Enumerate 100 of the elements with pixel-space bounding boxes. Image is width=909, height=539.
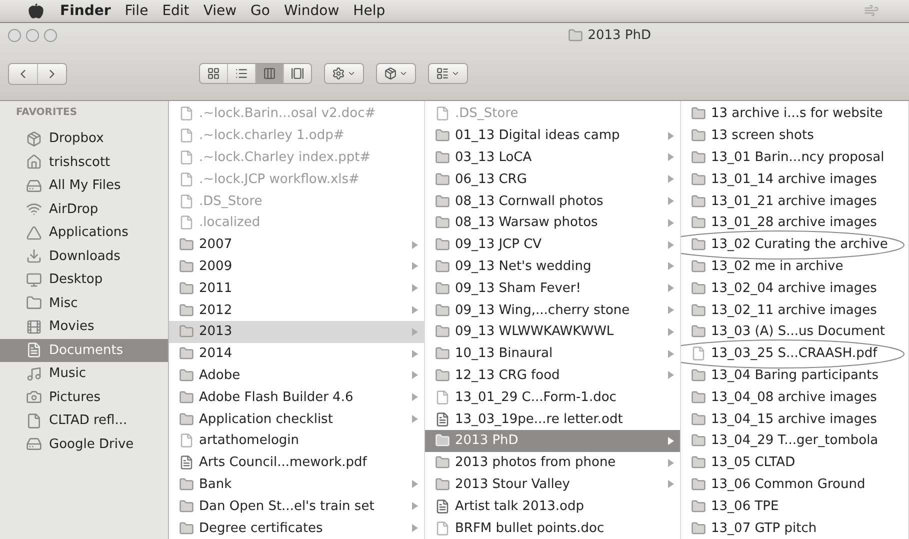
menu-item[interactable]: Go: [250, 3, 270, 19]
file-row[interactable]: 01_13 Digital ideas camp: [425, 124, 680, 147]
file-row[interactable]: Bank: [169, 474, 424, 496]
file-row[interactable]: artathomelogin: [169, 430, 424, 452]
disclosure-arrow-icon[interactable]: [668, 458, 674, 467]
sidebar-item[interactable]: Dropbox: [0, 127, 168, 150]
sidebar-item[interactable]: trishscott: [0, 150, 168, 174]
file-row[interactable]: 2007: [169, 234, 424, 256]
sidebar-item[interactable]: CLTAD refl...: [0, 409, 168, 432]
disclosure-arrow-icon[interactable]: [412, 524, 418, 532]
file-row[interactable]: 13_04 Baring participants: [681, 364, 908, 386]
file-row[interactable]: 13_02 me in archive: [681, 256, 908, 278]
disclosure-arrow-icon[interactable]: [412, 415, 418, 424]
file-row[interactable]: 08_13 Cornwall photos: [425, 190, 680, 212]
disclosure-arrow-icon[interactable]: [412, 480, 418, 488]
disclosure-arrow-icon[interactable]: [668, 262, 674, 270]
sidebar-item[interactable]: AirDrop: [0, 198, 168, 221]
disclosure-arrow-icon[interactable]: [412, 350, 418, 358]
menu-item[interactable]: View: [203, 3, 237, 19]
disclosure-arrow-icon[interactable]: [412, 328, 418, 336]
file-row[interactable]: 03_13 LoCA: [425, 146, 680, 168]
file-row[interactable]: 09_13 Sham Fever!: [425, 277, 680, 300]
file-row[interactable]: 08_13 Warsaw photos: [425, 212, 680, 234]
file-row[interactable]: Adobe Flash Builder 4.6: [169, 386, 424, 408]
close-button[interactable]: [8, 28, 21, 42]
file-row[interactable]: Adobe: [169, 364, 424, 386]
disclosure-arrow-icon[interactable]: [668, 132, 674, 140]
disclosure-arrow-icon[interactable]: [668, 371, 674, 380]
disclosure-arrow-icon[interactable]: [412, 262, 418, 270]
disclosure-arrow-icon[interactable]: [412, 306, 418, 314]
disclosure-arrow-icon[interactable]: [668, 218, 674, 227]
file-row[interactable]: 13_01_29 C...Form-1.doc: [425, 386, 680, 408]
disclosure-arrow-icon[interactable]: [668, 197, 674, 206]
file-row[interactable]: 09_13 WLWWKAWKWWL: [425, 320, 680, 343]
file-row[interactable]: 12_13 CRG food: [425, 364, 680, 386]
disclosure-arrow-icon[interactable]: [412, 284, 418, 292]
file-row[interactable]: 13_06 Common Ground: [681, 474, 908, 496]
file-row[interactable]: 2013: [169, 320, 424, 343]
sidebar-item[interactable]: Desktop: [0, 268, 168, 292]
file-row[interactable]: 2011: [169, 277, 424, 300]
file-row[interactable]: 2013 photos from phone: [425, 452, 680, 474]
file-row[interactable]: 09_13 Net's wedding: [425, 256, 680, 278]
menu-item[interactable]: Edit: [162, 3, 190, 19]
menu-item[interactable]: Help: [353, 3, 386, 19]
wind-icon[interactable]: [864, 3, 879, 18]
disclosure-arrow-icon[interactable]: [668, 284, 674, 292]
file-row[interactable]: 13_01 Barin...ncy proposal: [681, 146, 908, 168]
column-view-button[interactable]: [256, 64, 284, 83]
file-row[interactable]: Degree certificates: [169, 517, 424, 539]
file-row[interactable]: 10_13 Binaural: [425, 342, 680, 365]
file-row[interactable]: 13 screen shots: [681, 124, 908, 147]
disclosure-arrow-icon[interactable]: [668, 480, 674, 488]
sidebar-item[interactable]: Movies: [0, 315, 168, 338]
sidebar-item[interactable]: Pictures: [0, 386, 168, 409]
disclosure-arrow-icon[interactable]: [412, 393, 418, 402]
disclosure-arrow-icon[interactable]: [412, 502, 418, 510]
file-row[interactable]: 2014: [169, 342, 424, 365]
apple-icon[interactable]: [28, 3, 44, 19]
sidebar-item[interactable]: Downloads: [0, 244, 168, 268]
sidebar-item[interactable]: Misc: [0, 292, 168, 315]
disclosure-arrow-icon[interactable]: [668, 175, 674, 184]
file-row[interactable]: 13_05 CLTAD: [681, 452, 908, 474]
sidebar-item[interactable]: Applications: [0, 221, 168, 244]
file-row[interactable]: 13_04_29 T...ger_tombola: [681, 430, 908, 452]
file-row[interactable]: 13_02 Curating the archive: [681, 234, 908, 256]
file-row[interactable]: 13_06 TPE: [681, 495, 908, 518]
file-row[interactable]: 13_01_21 archive images: [681, 190, 908, 212]
sidebar-item[interactable]: Music: [0, 362, 168, 386]
menu-item[interactable]: Window: [284, 3, 340, 19]
disclosure-arrow-icon[interactable]: [668, 240, 674, 249]
file-row[interactable]: 13_03 (A) S...us Document: [681, 320, 908, 343]
disclosure-arrow-icon[interactable]: [668, 306, 674, 314]
file-row[interactable]: BRFM bullet points.doc: [425, 517, 680, 539]
file-row[interactable]: 13 archive i...s for website: [681, 103, 908, 125]
file-row[interactable]: Dan Open St...el's train set: [169, 495, 424, 518]
disclosure-arrow-icon[interactable]: [668, 350, 674, 358]
disclosure-arrow-icon[interactable]: [668, 153, 674, 162]
file-row[interactable]: 09_13 Wing,...cherry stone: [425, 299, 680, 321]
disclosure-arrow-icon[interactable]: [412, 371, 418, 380]
disclosure-arrow-icon[interactable]: [668, 328, 674, 336]
file-row[interactable]: 09_13 JCP CV: [425, 234, 680, 256]
file-row[interactable]: 2009: [169, 256, 424, 278]
file-row[interactable]: 13_03_25 S...CRAASH.pdf: [681, 342, 908, 365]
disclosure-arrow-icon[interactable]: [412, 240, 418, 249]
file-row[interactable]: 13_03_19pe...re letter.odt: [425, 408, 680, 430]
sidebar-item[interactable]: Google Drive: [0, 432, 168, 456]
file-row[interactable]: Artist talk 2013.odp: [425, 495, 680, 518]
file-row[interactable]: 2013 Stour Valley: [425, 474, 680, 496]
file-row[interactable]: 2012: [169, 299, 424, 321]
file-row[interactable]: 13_01_14 archive images: [681, 168, 908, 190]
menu-item[interactable]: File: [124, 3, 148, 19]
file-row[interactable]: 06_13 CRG: [425, 168, 680, 190]
file-row[interactable]: 13_04_08 archive images: [681, 386, 908, 408]
file-row[interactable]: 13_02_04 archive images: [681, 277, 908, 300]
file-row[interactable]: Arts Council...mework.pdf: [169, 452, 424, 474]
sidebar-item[interactable]: All My Files: [0, 174, 168, 198]
file-row[interactable]: 13_01_28 archive images: [681, 212, 908, 234]
file-row[interactable]: 13_04_15 archive images: [681, 408, 908, 430]
file-row[interactable]: 13_07 GTP pitch: [681, 517, 908, 539]
minimize-button[interactable]: [26, 28, 39, 42]
